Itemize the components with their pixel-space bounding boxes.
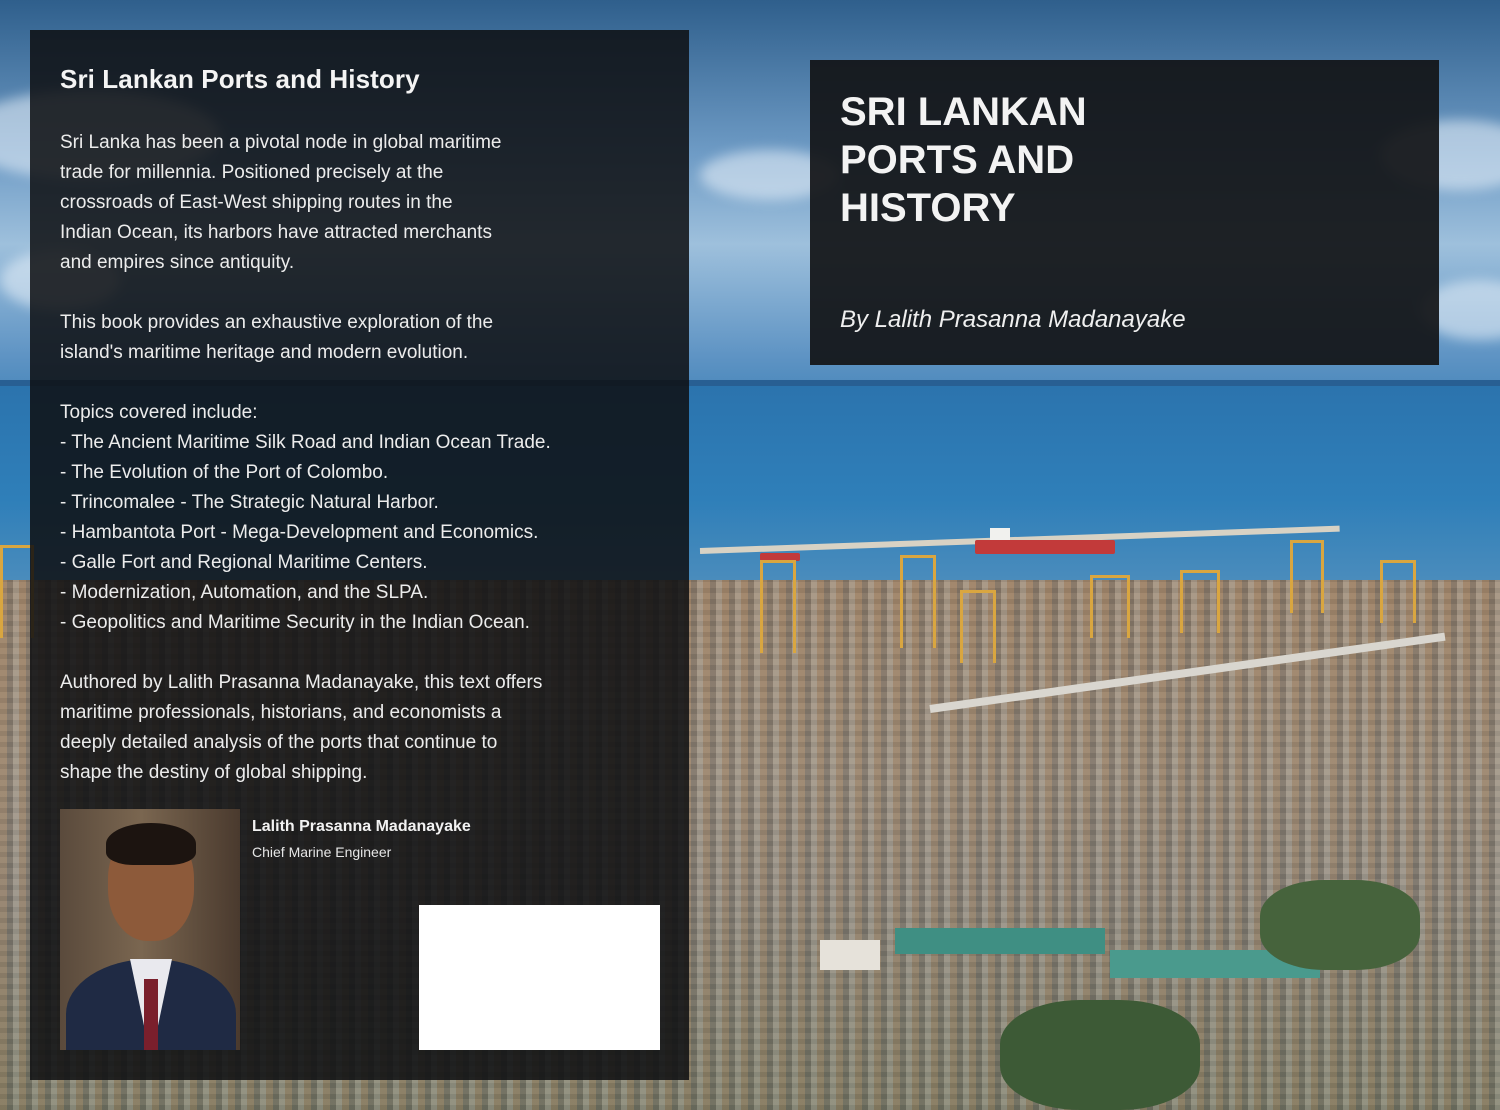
front-cover-title: SRI LANKAN PORTS AND HISTORY [840,90,1087,230]
gantry-crane [0,545,34,638]
gantry-crane [760,560,796,653]
green-trees [1000,1000,1200,1110]
topic-item: - Galle Fort and Regional Maritime Cente… [60,552,428,573]
topic-item: - Hambantota Port - Mega-Development and… [60,522,539,543]
gantry-crane [1290,540,1324,613]
barcode-placeholder [419,905,660,1050]
topic-item: - Modernization, Automation, and the SLP… [60,582,429,603]
topic-item: - Trincomalee - The Strategic Natural Ha… [60,492,439,513]
green-trees [1260,880,1420,970]
topic-item: - The Ancient Maritime Silk Road and Ind… [60,432,551,453]
topic-item: - The Evolution of the Port of Colombo. [60,462,389,483]
purpose-paragraph: This book provides an exhaustive explora… [60,312,494,363]
gantry-crane [1180,570,1220,633]
gantry-crane [1380,560,1416,623]
teal-warehouse-roof [895,928,1105,954]
gantry-crane [900,555,936,648]
author-name: Lalith Prasanna Madanayake [252,818,471,835]
cargo-ship [975,540,1115,554]
topics-paragraph: Topics covered include: - The Ancient Ma… [60,398,660,638]
topics-heading: Topics covered include: [60,402,258,423]
white-building [820,940,880,970]
ship-bridge [990,528,1010,540]
topic-item: - Geopolitics and Maritime Security in t… [60,612,530,633]
closing-paragraph: Authored by Lalith Prasanna Madanayake, … [60,672,543,783]
author-photo [60,809,240,1050]
gantry-crane [1090,575,1130,638]
author-role: Chief Marine Engineer [252,844,392,860]
back-cover-blurb: Sri Lanka has been a pivotal node in glo… [60,128,660,818]
front-cover-byline: By Lalith Prasanna Madanayake [840,306,1186,333]
gantry-crane [960,590,996,663]
back-cover-title: Sri Lankan Ports and History [60,64,420,94]
intro-paragraph: Sri Lanka has been a pivotal node in glo… [60,132,502,273]
